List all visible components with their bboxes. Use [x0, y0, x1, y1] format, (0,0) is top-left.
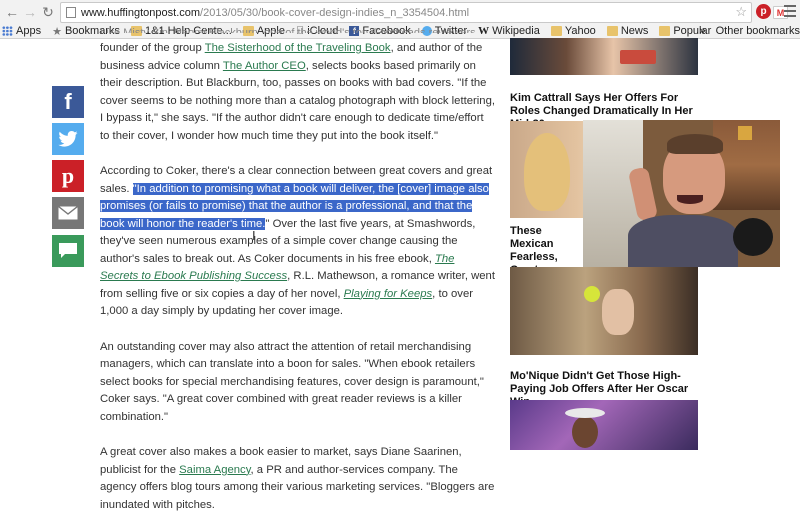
link-saima-agency[interactable]: Saima Agency — [179, 464, 250, 476]
back-icon[interactable]: ← — [2, 2, 22, 22]
thumbnail-image[interactable] — [510, 38, 698, 75]
pinterest-icon: p — [62, 163, 74, 189]
email-share-button[interactable] — [52, 197, 84, 229]
url-domain: www.huffingtonpost.com — [81, 7, 200, 19]
comment-button[interactable] — [52, 235, 84, 267]
facebook-share-button[interactable]: f — [52, 86, 84, 118]
page-icon — [66, 7, 76, 18]
webcam-overlay — [583, 120, 780, 267]
other-bookmarks[interactable]: » Other bookmarks — [694, 24, 800, 38]
pinterest-share-button[interactable]: p — [52, 160, 84, 192]
bookmark-wikipedia[interactable]: W Wikipedia — [476, 25, 540, 37]
thumbnail-image[interactable] — [510, 267, 698, 355]
folder-icon — [659, 26, 670, 36]
link-sisterhood[interactable]: The Sisterhood of the Traveling Book — [205, 42, 391, 54]
wikipedia-icon: W — [478, 25, 489, 37]
url-path: /2013/05/30/book-cover-design-indies_n_3… — [200, 7, 469, 19]
bookmark-label: Apps — [16, 25, 41, 37]
paragraph-4: A great cover also makes a book easier t… — [100, 444, 495, 514]
bookmark-label: Yahoo — [565, 25, 596, 37]
text-segment: founder of the group — [100, 42, 205, 54]
folder-icon — [551, 26, 562, 36]
bookmarks-overflow[interactable]: » — [700, 25, 706, 37]
pinterest-icon[interactable]: p — [756, 4, 771, 19]
facebook-icon: f — [64, 89, 71, 115]
star-icon[interactable]: ☆ — [735, 4, 747, 20]
browser-toolbar: ← → ↻ www.huffingtonpost.com/2013/05/30/… — [0, 0, 800, 24]
twitter-icon — [58, 131, 78, 147]
bookmark-news[interactable]: News — [605, 25, 649, 37]
partial-line: Like Misty Sin, Naomi Blackburn, one of … — [100, 27, 479, 33]
bookmark-apps[interactable]: Apps — [0, 25, 41, 37]
star-icon: ★ — [52, 25, 62, 38]
twitter-share-button[interactable] — [52, 123, 84, 155]
email-icon — [58, 206, 78, 220]
reload-icon[interactable]: ↻ — [38, 2, 58, 22]
bookmark-label: News — [621, 25, 649, 37]
folder-icon — [607, 26, 618, 36]
article-body: Like Misty Sin, Naomi Blackburn, one of … — [100, 40, 495, 526]
text-cursor-icon: I — [252, 228, 256, 243]
address-bar[interactable]: www.huffingtonpost.com/2013/05/30/book-c… — [60, 2, 752, 23]
other-bookmarks-label: Other bookmarks — [716, 25, 800, 37]
bookmark-yahoo[interactable]: Yahoo — [549, 25, 596, 37]
menu-icon[interactable] — [784, 3, 796, 19]
apps-grid-icon — [2, 26, 13, 36]
thumbnail-image[interactable] — [510, 400, 698, 450]
bookmark-label: Wikipedia — [492, 25, 540, 37]
comment-icon — [58, 242, 78, 260]
forward-icon[interactable]: → — [20, 2, 40, 22]
paragraph-1: founder of the group The Sisterhood of t… — [100, 40, 495, 145]
paragraph-3: An outstanding cover may also attract th… — [100, 339, 495, 427]
paragraph-2: According to Coker, there's a clear conn… — [100, 163, 495, 321]
link-playing-for-keeps[interactable]: Playing for Keeps — [344, 288, 433, 300]
link-author-ceo[interactable]: The Author CEO — [223, 60, 306, 72]
